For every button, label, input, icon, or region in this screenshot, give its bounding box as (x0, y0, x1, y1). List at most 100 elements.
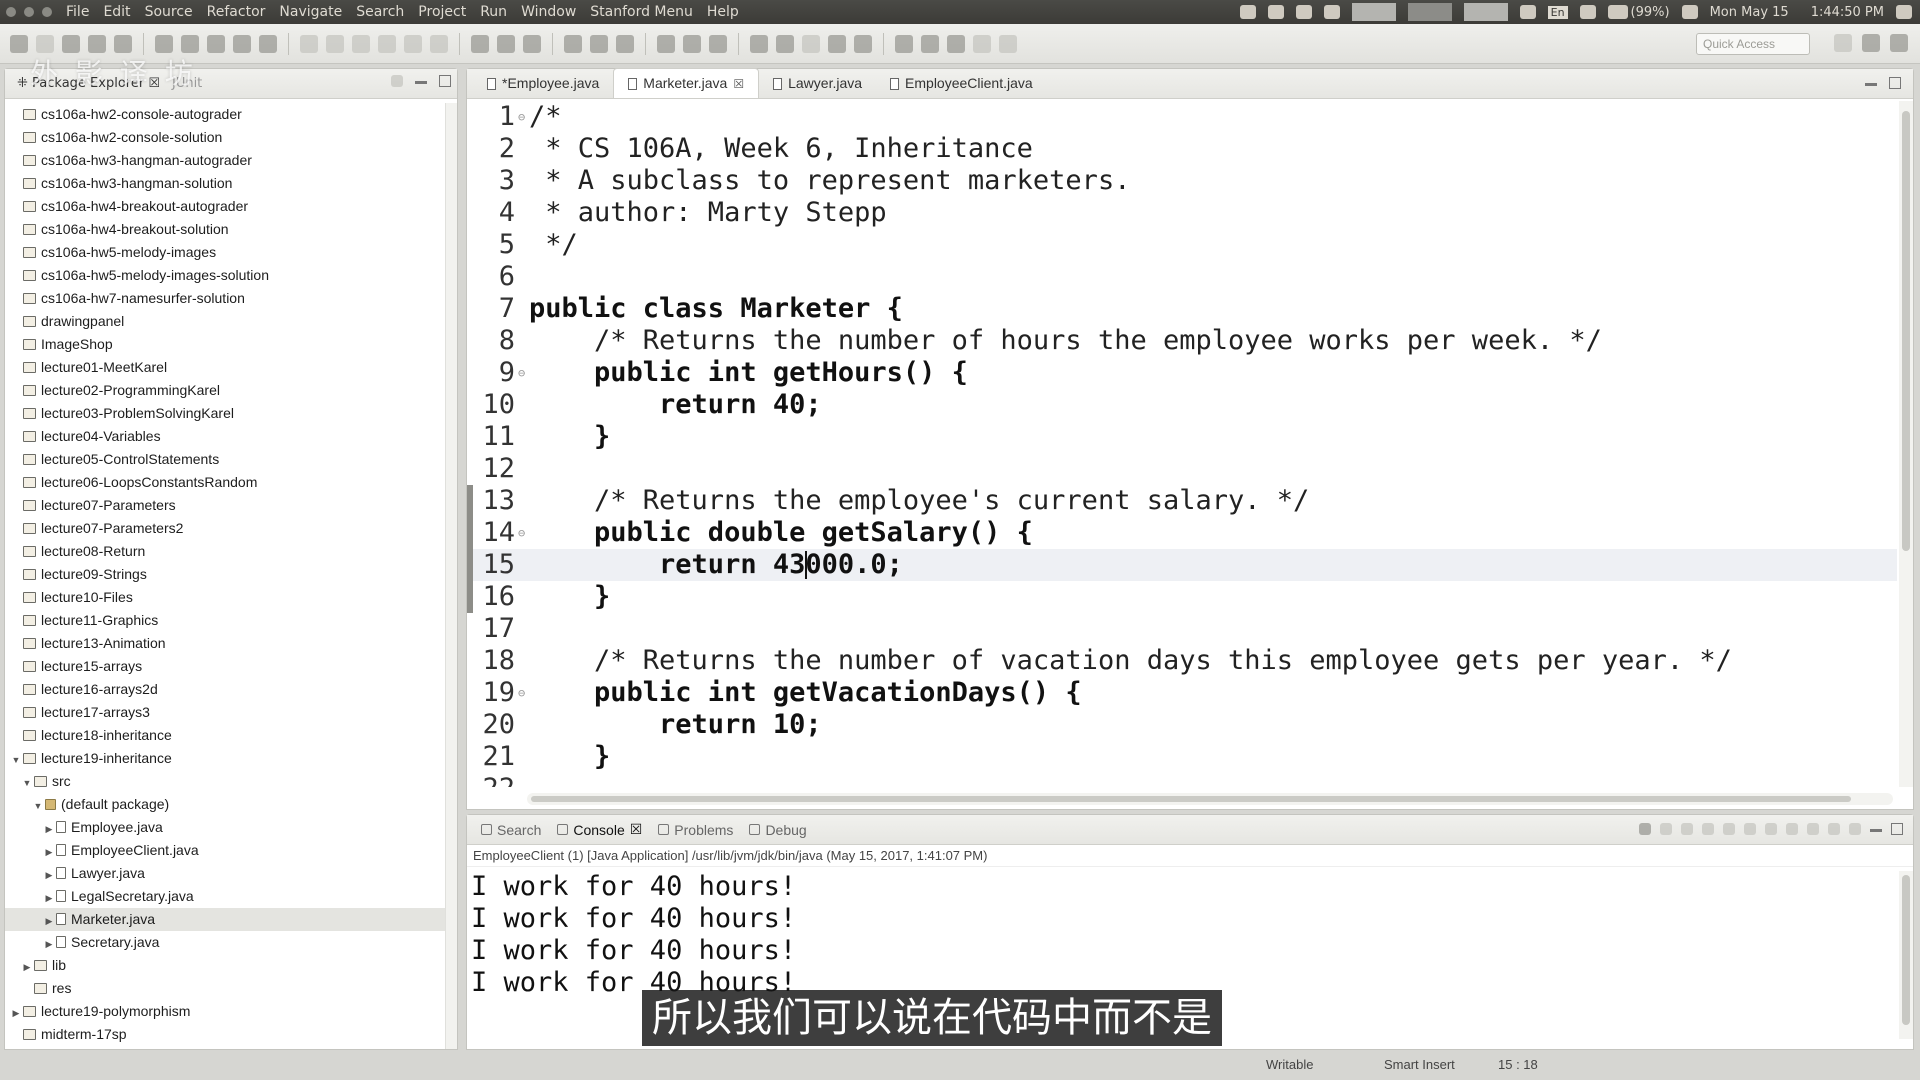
expand-arrow-icon[interactable]: ▶ (44, 910, 54, 933)
scroll-thumb[interactable] (1902, 111, 1910, 551)
tree-item[interactable]: ▼ (default package) (5, 793, 445, 816)
previous-annotation-icon[interactable] (921, 34, 939, 53)
close-window-icon[interactable] (6, 7, 16, 17)
tree-item[interactable]: lecture08-Return (5, 540, 445, 563)
back-icon[interactable] (973, 34, 991, 53)
code-line[interactable]: 1 ⊖/* (467, 101, 1897, 133)
code-line[interactable]: 10 return 40; (467, 389, 1897, 421)
tree-item[interactable]: cs106a-hw7-namesurfer-solution (5, 287, 445, 310)
maximize-icon[interactable] (1891, 823, 1903, 835)
minimize-icon[interactable] (1870, 829, 1882, 832)
tree-item[interactable]: cs106a-hw2-console-autograder (5, 103, 445, 126)
new-java-project-icon[interactable] (564, 34, 582, 53)
block-selection-icon[interactable] (802, 34, 820, 53)
code-line[interactable]: 14 ⊖ public double getSalary() { (467, 517, 1897, 549)
expand-arrow-icon[interactable]: ▶ (44, 887, 54, 910)
open-perspective-icon[interactable] (1834, 34, 1852, 52)
menu-refactor[interactable]: Refactor (207, 4, 266, 20)
tree-item[interactable]: ▶ LegalSecretary.java (5, 885, 445, 908)
tree-item[interactable]: cs106a-hw5-melody-images (5, 241, 445, 264)
menu-search[interactable]: Search (356, 4, 404, 20)
tab-search[interactable]: Search (473, 822, 549, 838)
forward-icon[interactable] (999, 34, 1017, 53)
save-all-icon[interactable] (88, 34, 106, 53)
tree-item[interactable]: lecture16-arrays2d (5, 678, 445, 701)
print-icon[interactable] (114, 34, 132, 53)
karel-icon[interactable] (155, 34, 173, 53)
tree-item[interactable]: ▼ lecture19-inheritance (5, 747, 445, 770)
editor-horizontal-scrollbar[interactable] (527, 793, 1893, 805)
code-line[interactable]: 4 * author: Marty Stepp (467, 197, 1897, 229)
run-karel-icon[interactable] (181, 34, 199, 53)
maximize-icon[interactable] (1889, 77, 1901, 89)
collapse-arrow-icon[interactable]: ▼ (11, 749, 21, 772)
console-scrollbar[interactable] (1899, 871, 1913, 1039)
debug-icon[interactable] (471, 34, 489, 53)
settings-icon[interactable] (1295, 5, 1312, 19)
save-icon[interactable] (62, 34, 80, 53)
java-perspective-icon[interactable] (1862, 34, 1880, 52)
tree-item[interactable]: lecture15-arrays (5, 655, 445, 678)
tree-item[interactable]: ▶ Secretary.java (5, 931, 445, 954)
minimize-icon[interactable] (1865, 83, 1877, 86)
tree-item[interactable]: ▶ Lawyer.java (5, 862, 445, 885)
tree-item[interactable]: lecture11-Graphics (5, 609, 445, 632)
menu-project[interactable]: Project (418, 4, 466, 20)
show-on-output-icon[interactable] (1765, 823, 1777, 835)
mail-icon[interactable] (1579, 5, 1596, 19)
code-line[interactable]: 3 * A subclass to represent marketers. (467, 165, 1897, 197)
remove-all-icon[interactable] (1681, 823, 1693, 835)
toggle-icon[interactable] (300, 34, 318, 53)
code-line[interactable]: 21 } (467, 741, 1897, 773)
highlight-icon[interactable] (776, 34, 794, 53)
expand-arrow-icon[interactable]: ▶ (11, 1002, 21, 1025)
code-line[interactable]: 2 * CS 106A, Week 6, Inheritance (467, 133, 1897, 165)
menu-stanford-menu[interactable]: Stanford Menu (590, 4, 693, 20)
code-line[interactable]: 17 (467, 613, 1897, 645)
code-line[interactable]: 9 ⊖ public int getHours() { (467, 357, 1897, 389)
tab-debug[interactable]: Debug (741, 822, 814, 838)
code-line[interactable]: 6 (467, 261, 1897, 293)
tree-item[interactable]: lecture06-LoopsConstantsRandom (5, 471, 445, 494)
tree-item[interactable]: lecture03-ProblemSolvingKarel (5, 402, 445, 425)
menu-file[interactable]: File (66, 4, 89, 20)
toggle-mark-icon[interactable] (854, 34, 872, 53)
code-line[interactable]: 16 } (467, 581, 1897, 613)
tree-item[interactable]: res (5, 977, 445, 1000)
tab-console[interactable]: Console ☒ (549, 821, 650, 838)
tab-problems[interactable]: Problems (650, 822, 741, 838)
debug-karel-icon[interactable] (207, 34, 225, 53)
code-line[interactable]: 19 ⊖ public int getVacationDays() { (467, 677, 1897, 709)
close-icon[interactable]: ☒ (630, 821, 643, 838)
code-line[interactable]: 15 return 43000.0; (467, 549, 1897, 581)
tree-item[interactable]: cs106a-hw5-melody-images-solution (5, 264, 445, 287)
resume-icon[interactable] (352, 34, 370, 53)
close-tab-icon[interactable]: ☒ (733, 77, 744, 91)
block-icon[interactable] (1323, 5, 1340, 19)
show-whitespace-icon[interactable] (828, 34, 846, 53)
wand-icon[interactable] (259, 34, 277, 53)
date-display[interactable]: Mon May 15 (1710, 5, 1789, 20)
tree-item[interactable]: ▶ lib (5, 954, 445, 977)
tree-item[interactable]: lecture10-Files (5, 586, 445, 609)
run-icon[interactable] (497, 34, 515, 53)
pin-console-icon[interactable] (1807, 823, 1819, 835)
dropbox-icon[interactable] (1267, 5, 1284, 19)
step-icon[interactable] (326, 34, 344, 53)
word-wrap-icon[interactable] (1744, 823, 1756, 835)
expand-arrow-icon[interactable]: ▶ (44, 841, 54, 864)
menu-run[interactable]: Run (480, 4, 507, 20)
open-task-icon[interactable] (683, 34, 701, 53)
terminate-icon[interactable] (1639, 823, 1651, 835)
tree-scrollbar[interactable] (445, 103, 457, 1049)
code-area[interactable]: 1 ⊖/* 2 * CS 106A, Week 6, Inheritance 3 * … (467, 101, 1897, 787)
code-line[interactable]: 13 /* Returns the employee's current sal… (467, 485, 1897, 517)
clear-console-icon[interactable] (1702, 823, 1714, 835)
code-line[interactable]: 12 (467, 453, 1897, 485)
tree-item[interactable]: lecture09-Strings (5, 563, 445, 586)
tree-item[interactable]: ▶ Marketer.java (5, 908, 445, 931)
editor-tab[interactable]: Marketer.java ☒ (613, 68, 760, 98)
expand-arrow-icon[interactable]: ▶ (22, 956, 32, 979)
tree-item[interactable]: midterm-17sp (5, 1023, 445, 1046)
tree-item[interactable]: lecture17-arrays3 (5, 701, 445, 724)
